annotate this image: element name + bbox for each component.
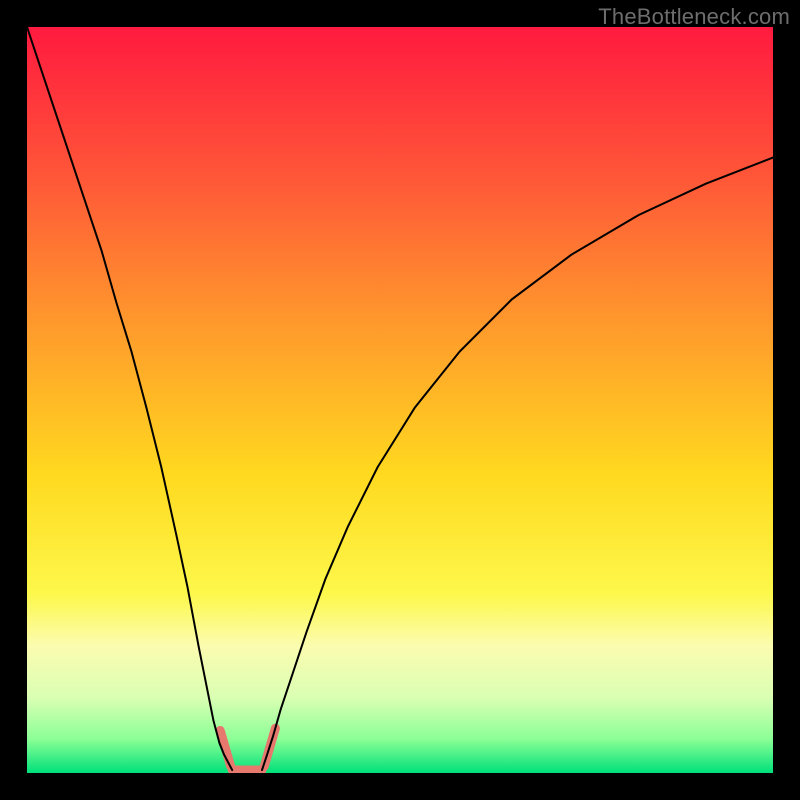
gradient-background <box>27 27 773 773</box>
outer-frame: TheBottleneck.com <box>0 0 800 800</box>
plot-area <box>27 27 773 773</box>
chart-svg <box>27 27 773 773</box>
